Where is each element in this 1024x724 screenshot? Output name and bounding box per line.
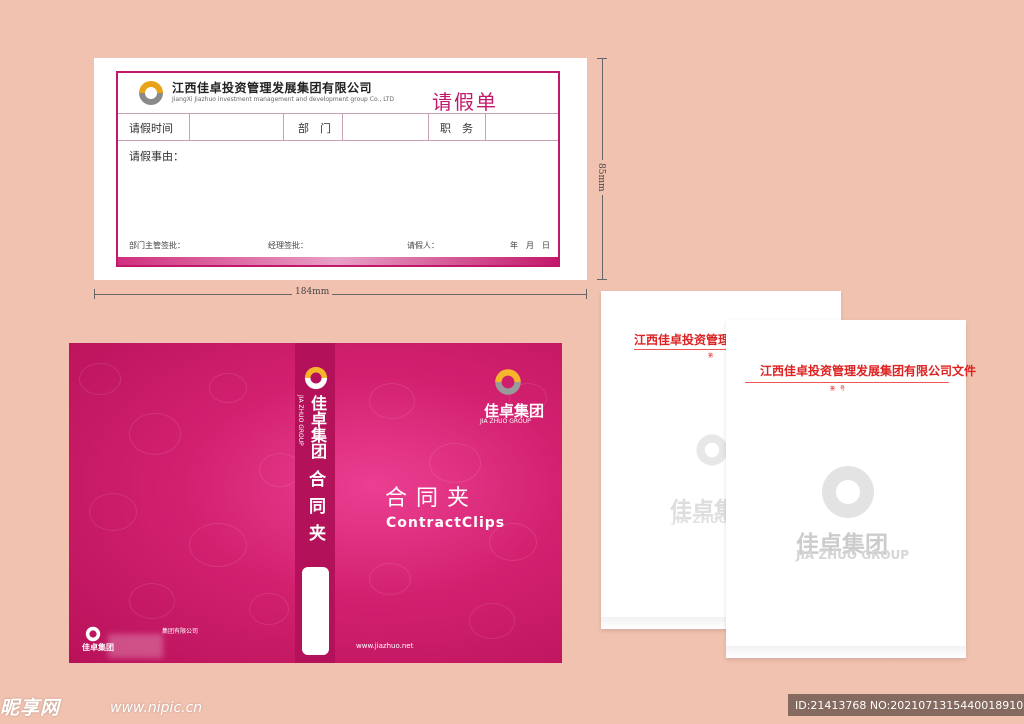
pattern-swirl	[129, 413, 181, 455]
spine-brand: 佳卓集团	[308, 395, 327, 459]
spine-logo-icon	[304, 366, 328, 390]
pattern-swirl	[189, 523, 247, 567]
letterhead-front-title: 江西佳卓投资管理发展集团有限公司文件	[760, 364, 977, 378]
watermark-logo-icon	[822, 466, 874, 518]
date-fields: 年 月 日	[510, 241, 550, 250]
pattern-swirl	[369, 383, 415, 419]
leave-time-label: 请假时间	[129, 122, 173, 135]
form-row-divider	[118, 140, 558, 141]
folder-title-en: ContractClips	[386, 515, 506, 531]
pattern-swirl	[89, 493, 137, 531]
form-col-divider	[485, 114, 486, 140]
form-bottom-band	[118, 257, 558, 265]
watermark-brand-en: JIA ZHUO GROUP	[796, 548, 910, 562]
width-dimension-line	[94, 294, 587, 295]
department-label: 部 门	[298, 122, 331, 135]
blurred-contact-info	[108, 634, 163, 658]
back-logo-icon	[85, 626, 101, 642]
pattern-swirl	[129, 583, 175, 619]
watermark-logo-icon	[696, 434, 728, 466]
folder-website: www.jiazhuo.net	[356, 642, 414, 650]
image-id-text: ID:21413768 NO:20210713154400189105	[795, 699, 1024, 712]
dimension-tick	[597, 58, 607, 59]
form-company-name-en: JiangXi Jiazhuo investment management an…	[172, 96, 395, 103]
height-dimension-label: 85mm	[596, 160, 606, 195]
letterhead-rule	[745, 382, 949, 383]
spine-label-slot	[302, 567, 329, 655]
applicant-signature: 请假人：	[407, 241, 439, 250]
site-logo: 昵享网	[0, 697, 61, 719]
pattern-swirl	[429, 443, 481, 483]
paper-fold	[726, 646, 966, 658]
dept-head-signature: 部门主管签批：	[129, 241, 185, 250]
pattern-swirl	[79, 363, 121, 395]
front-logo-icon	[495, 369, 521, 395]
site-url: www.nipic.cn	[110, 700, 203, 716]
form-company-name: 江西佳卓投资管理发展集团有限公司	[172, 81, 373, 95]
form-col-divider	[283, 114, 284, 140]
form-col-divider	[428, 114, 429, 140]
width-dimension-label: 184mm	[292, 287, 333, 297]
company-logo-icon	[139, 81, 163, 105]
form-col-divider	[189, 114, 190, 140]
pattern-swirl	[209, 373, 247, 403]
form-col-divider	[342, 114, 343, 140]
pattern-swirl	[369, 563, 411, 595]
spine-brand-en: JIA ZHUO GROUP	[297, 395, 304, 446]
pattern-swirl	[469, 603, 515, 639]
form-row-divider	[118, 113, 558, 114]
spine-title: 合同夹	[305, 470, 325, 551]
form-title: 请假单	[432, 90, 498, 114]
pattern-swirl	[249, 593, 289, 625]
manager-signature: 经理签批：	[268, 241, 308, 250]
folder-title-cn: 合同夹	[385, 486, 479, 511]
front-brand-en: JIA ZHUO GROUP	[480, 418, 531, 425]
letterhead-number: 第 号	[830, 386, 846, 392]
position-label: 职 务	[440, 122, 473, 135]
dimension-tick	[94, 289, 95, 299]
leave-reason-label: 请假事由：	[129, 150, 184, 163]
letterhead-rule	[634, 349, 728, 350]
dimension-tick	[586, 289, 587, 299]
letterhead-number: 第	[708, 353, 714, 359]
dimension-tick	[597, 279, 607, 280]
